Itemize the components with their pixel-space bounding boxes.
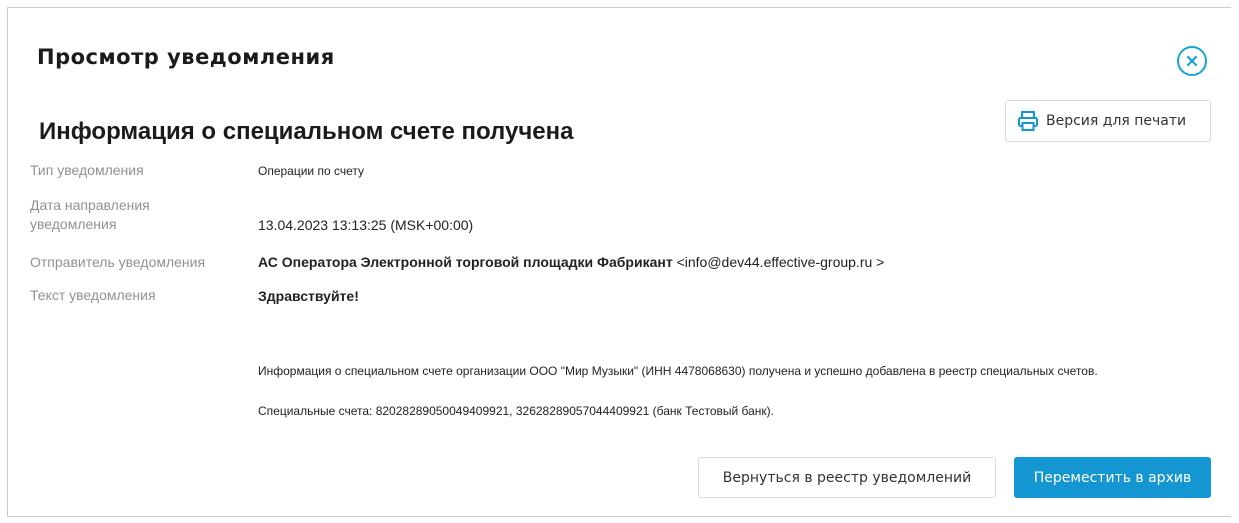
sender-name: АС Оператора Электронной торговой площад… bbox=[258, 254, 673, 270]
notification-title: Информация о специальном счете получена bbox=[39, 118, 574, 145]
notification-paragraph-2: Специальные счета: 82028289050049409921,… bbox=[258, 404, 775, 418]
back-to-registry-button[interactable]: Вернуться в реестр уведомлений bbox=[698, 457, 996, 498]
modal-title: Просмотр уведомления bbox=[37, 45, 335, 69]
notification-date-label-line1: Дата направления bbox=[30, 197, 150, 213]
notification-type-label: Тип уведомления bbox=[30, 162, 144, 178]
sender-email: <info@dev44.effective-group.ru > bbox=[672, 254, 885, 270]
print-version-button[interactable]: Версия для печати bbox=[1005, 100, 1211, 142]
notification-greeting: Здравствуйте! bbox=[258, 288, 359, 304]
notification-date-label-line2: уведомления bbox=[30, 216, 117, 232]
notification-paragraph-1: Информация о специальном счете организац… bbox=[258, 364, 1098, 378]
move-to-archive-button[interactable]: Переместить в архив bbox=[1014, 457, 1211, 498]
printer-icon bbox=[1018, 111, 1038, 131]
notification-type-value: Операции по счету bbox=[258, 164, 364, 178]
notification-sender-value: АС Оператора Электронной торговой площад… bbox=[258, 253, 884, 272]
print-version-label: Версия для печати bbox=[1046, 113, 1187, 129]
notification-sender-label: Отправитель уведомления bbox=[30, 254, 206, 270]
close-circle-icon bbox=[1186, 55, 1198, 67]
close-button[interactable] bbox=[1177, 46, 1207, 76]
notification-text-label: Текст уведомления bbox=[30, 287, 156, 303]
notification-modal: Просмотр уведомления Информация о специа… bbox=[7, 7, 1231, 517]
notification-date-value: 13.04.2023 13:13:25 (MSK+00:00) bbox=[258, 217, 474, 233]
